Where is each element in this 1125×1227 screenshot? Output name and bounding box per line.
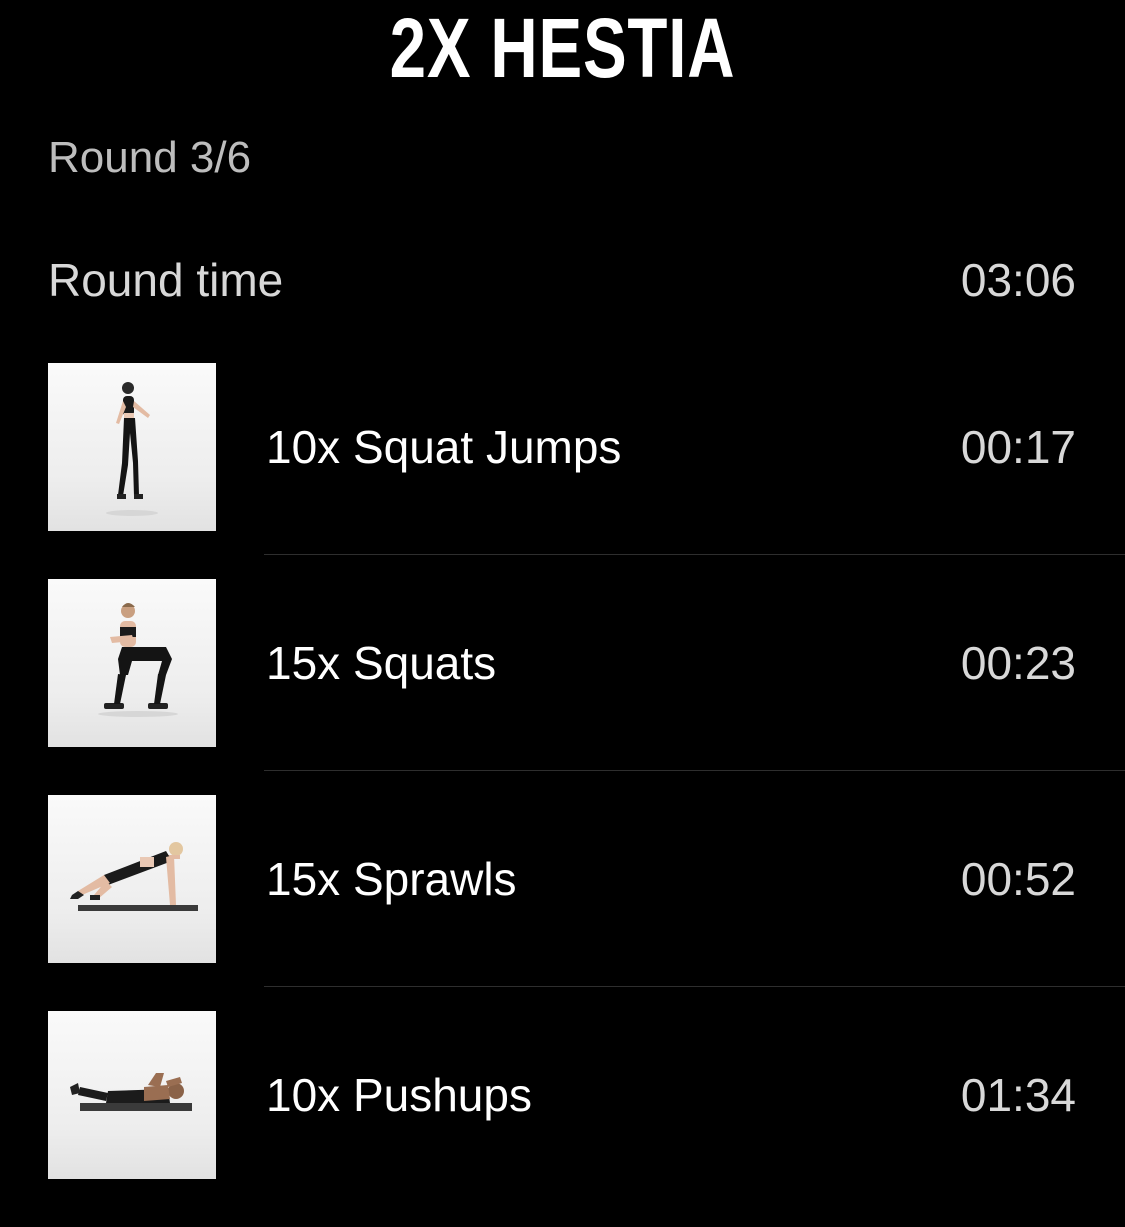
exercise-name: 15x Squats — [266, 637, 497, 689]
exercise-row-sprawls[interactable]: 15x Sprawls 00:52 — [0, 795, 1125, 1011]
sprawl-thumbnail — [48, 795, 216, 963]
squat-thumbnail — [48, 579, 216, 747]
exercise-row-pushups[interactable]: 10x Pushups 01:34 — [0, 1011, 1125, 1227]
exercise-row-squats[interactable]: 15x Squats 00:23 — [0, 579, 1125, 795]
exercise-time: 01:34 — [960, 1069, 1076, 1121]
exercise-row-squat-jumps[interactable]: 10x Squat Jumps 00:17 — [0, 363, 1125, 579]
pushup-thumbnail — [48, 1011, 216, 1179]
exercise-name: 15x Sprawls — [266, 853, 517, 905]
row-divider — [264, 986, 1125, 987]
round-time-label: Round time — [48, 254, 284, 306]
squat-jump-thumbnail — [48, 363, 216, 531]
row-divider — [264, 770, 1125, 771]
row-divider — [264, 554, 1125, 555]
exercise-time: 00:52 — [960, 853, 1076, 905]
exercise-name: 10x Squat Jumps — [266, 421, 622, 473]
workout-title: 2X HESTIA — [389, 1, 736, 95]
round-counter: Round 3/6 — [48, 133, 252, 182]
exercise-list: 10x Squat Jumps 00:17 15x Squats 00:23 1… — [0, 363, 1125, 1227]
round-time-row: Round time 03:06 — [48, 250, 1076, 310]
exercise-time: 00:17 — [960, 421, 1076, 473]
round-time-value: 03:06 — [960, 254, 1076, 306]
exercise-time: 00:23 — [960, 637, 1076, 689]
exercise-name: 10x Pushups — [266, 1069, 532, 1121]
